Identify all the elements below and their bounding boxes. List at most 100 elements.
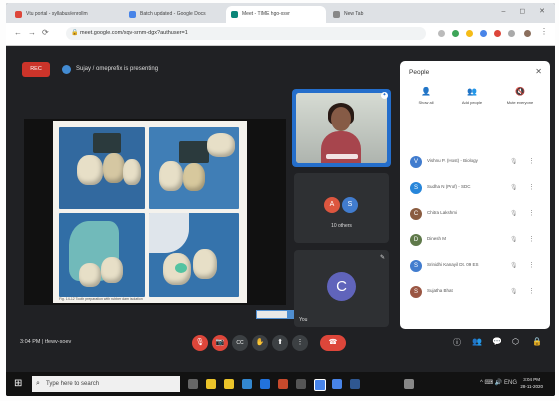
folder-icon[interactable] xyxy=(224,379,234,389)
edge-icon[interactable] xyxy=(242,379,252,389)
extension-icon[interactable] xyxy=(466,30,473,37)
word-icon[interactable] xyxy=(260,379,270,389)
taskbar-search-input[interactable]: ⌕ Type here to search xyxy=(32,376,180,392)
url-input[interactable]: 🔒 meet.google.com/xqv-srnm-dgx?authuser=… xyxy=(66,27,426,40)
tab-favicon xyxy=(231,11,238,18)
present-button[interactable]: ⬆ xyxy=(272,335,288,351)
presenting-indicator: Sujay / omeprefix is presenting xyxy=(62,63,158,76)
mic-icon[interactable]: 🎙 xyxy=(510,262,518,269)
mic-icon[interactable]: 🎙 xyxy=(510,210,518,217)
presentation-slide: Fig. 14-12 Tooth preparation with rubber… xyxy=(53,121,247,303)
browser-tab-bar: Vtu portal - syllabus/enrollm Batch upda… xyxy=(6,3,555,23)
more-options-button[interactable]: ⋮ xyxy=(292,335,308,351)
clinical-photo xyxy=(149,213,239,297)
app-icon[interactable] xyxy=(296,379,306,389)
participant-tile[interactable]: C You ✎ xyxy=(294,250,389,327)
back-icon[interactable]: ← xyxy=(14,28,22,37)
mic-icon[interactable]: 🎙 xyxy=(510,184,518,191)
presenter-icon xyxy=(62,65,71,74)
more-options-icon[interactable]: ⋮ xyxy=(528,235,535,243)
app-icon[interactable] xyxy=(350,379,360,389)
mic-icon[interactable]: 🎙 xyxy=(510,158,518,165)
meeting-details-icon[interactable]: ⓘ xyxy=(453,337,461,348)
participant-name: Sudha N (Prof) - SDC xyxy=(427,184,471,189)
participant-row[interactable]: V Vishnu P. (Host) - Biology 🎙 ⋮ xyxy=(400,153,550,175)
windows-start-icon[interactable]: ⊞ xyxy=(14,378,22,389)
activities-icon[interactable]: ⬡ xyxy=(512,337,519,346)
browser-tab[interactable]: Batch updated - Google Docs xyxy=(124,6,224,23)
star-icon[interactable] xyxy=(438,30,445,37)
raise-hand-button[interactable]: ✋ xyxy=(252,335,268,351)
slide-caption: Fig. 14-12 Tooth preparation with rubber… xyxy=(59,297,143,301)
meeting-time-code: 3:04 PM | tfewv-soev xyxy=(20,339,72,345)
chrome-icon[interactable] xyxy=(314,379,326,391)
powerpoint-icon[interactable] xyxy=(278,379,288,389)
participant-row[interactable]: S Sujatha Bhat 🎙 ⋮ xyxy=(400,283,550,305)
extension-icon[interactable] xyxy=(452,30,459,37)
taskbar-clock[interactable]: 3:04 PM 28-11-2020 xyxy=(520,376,543,390)
extension-icon[interactable] xyxy=(480,30,487,37)
participant-row[interactable]: S Sudha N (Prof) - SDC 🎙 ⋮ xyxy=(400,179,550,201)
participant-avatar: S xyxy=(410,182,422,194)
task-view-icon[interactable] xyxy=(188,379,198,389)
profile-avatar[interactable] xyxy=(524,30,531,37)
file-explorer-icon[interactable] xyxy=(206,379,216,389)
mic-icon[interactable]: 🎙 xyxy=(510,288,518,295)
participant-name: Sujatha Bhat xyxy=(427,288,453,293)
browser-tab[interactable]: Vtu portal - syllabus/enrollm xyxy=(10,6,122,23)
others-tile[interactable]: A S 10 others xyxy=(294,173,389,243)
more-options-icon[interactable]: ⋮ xyxy=(528,261,535,269)
pin-icon[interactable]: ✦ xyxy=(381,92,388,99)
participant-video xyxy=(296,93,387,163)
tab-favicon xyxy=(333,11,340,18)
window-controls[interactable]: – ◻ ✕ xyxy=(502,7,551,15)
extensions-puzzle-icon[interactable] xyxy=(508,30,515,37)
host-controls-icon[interactable]: 🔒 xyxy=(532,337,542,346)
participant-avatar: C xyxy=(327,272,356,301)
chat-icon[interactable]: 💬 xyxy=(492,337,502,346)
participant-avatar: S xyxy=(410,286,422,298)
more-options-icon[interactable]: ⋮ xyxy=(528,209,535,217)
participant-name-bar xyxy=(326,154,358,159)
taskbar-date: 28-11-2020 xyxy=(520,384,543,389)
participant-row[interactable]: C Chitra Lakshmi 🎙 ⋮ xyxy=(400,205,550,227)
mic-toggle-button[interactable]: 🎙 xyxy=(192,335,208,351)
browser-tab-active[interactable]: Meet - TIME hgo-xsvr xyxy=(226,6,326,23)
browser-tab[interactable]: New Tab xyxy=(328,6,388,23)
mic-icon[interactable]: 🎙 xyxy=(510,236,518,243)
forward-icon[interactable]: → xyxy=(28,28,36,37)
app-icon[interactable] xyxy=(332,379,342,389)
show-all-button[interactable]: 👤 Show all xyxy=(406,87,446,105)
presentation-scrollbar[interactable] xyxy=(256,310,298,319)
participant-row[interactable]: S Srinidhi Kanayil Dt. 09 ES 🎙 ⋮ xyxy=(400,257,550,279)
meet-stage: REC Sujay / omeprefix is presenting Fig.… xyxy=(6,46,555,351)
close-icon[interactable]: ✕ xyxy=(535,67,542,76)
search-icon: ⌕ xyxy=(36,380,40,387)
end-call-button[interactable]: ☎ xyxy=(320,335,346,351)
participant-avatar: A xyxy=(324,197,340,213)
participant-name: Vishnu P. (Host) - Biology xyxy=(427,158,478,163)
add-people-button[interactable]: 👥 Add people xyxy=(452,87,492,105)
mute-icon: 🔇 xyxy=(515,87,525,96)
system-tray[interactable]: ^ ⌨ 🔊 ENG xyxy=(480,379,517,386)
more-options-icon[interactable]: ⋮ xyxy=(528,183,535,191)
people-icon[interactable]: 👥 xyxy=(472,337,482,346)
more-options-icon[interactable]: ⋮ xyxy=(528,157,535,165)
mute-everyone-button[interactable]: 🔇 Mute everyone xyxy=(500,87,540,105)
others-count-label: 10 others xyxy=(331,223,352,229)
person-icon: 👤 xyxy=(421,87,431,96)
more-options-icon[interactable]: ⋮ xyxy=(528,287,535,295)
reload-icon[interactable]: ⟳ xyxy=(42,28,49,37)
extension-icon[interactable] xyxy=(494,30,501,37)
captions-button[interactable]: CC xyxy=(232,335,248,351)
browser-menu-icon[interactable]: ⋮ xyxy=(540,27,548,36)
presenting-text: Sujay / omeprefix is presenting xyxy=(76,66,159,72)
action-label: Add people xyxy=(461,100,483,105)
participant-tile-pinned[interactable]: ✦ xyxy=(292,89,391,167)
participant-avatar: S xyxy=(342,197,358,213)
app-icon[interactable] xyxy=(404,379,414,389)
participant-row[interactable]: D Dinesh M 🎙 ⋮ xyxy=(400,231,550,253)
presentation-view[interactable]: Fig. 14-12 Tooth preparation with rubber… xyxy=(24,119,298,319)
people-panel-title: People xyxy=(409,69,430,76)
camera-toggle-button[interactable]: 📷 xyxy=(212,335,228,351)
